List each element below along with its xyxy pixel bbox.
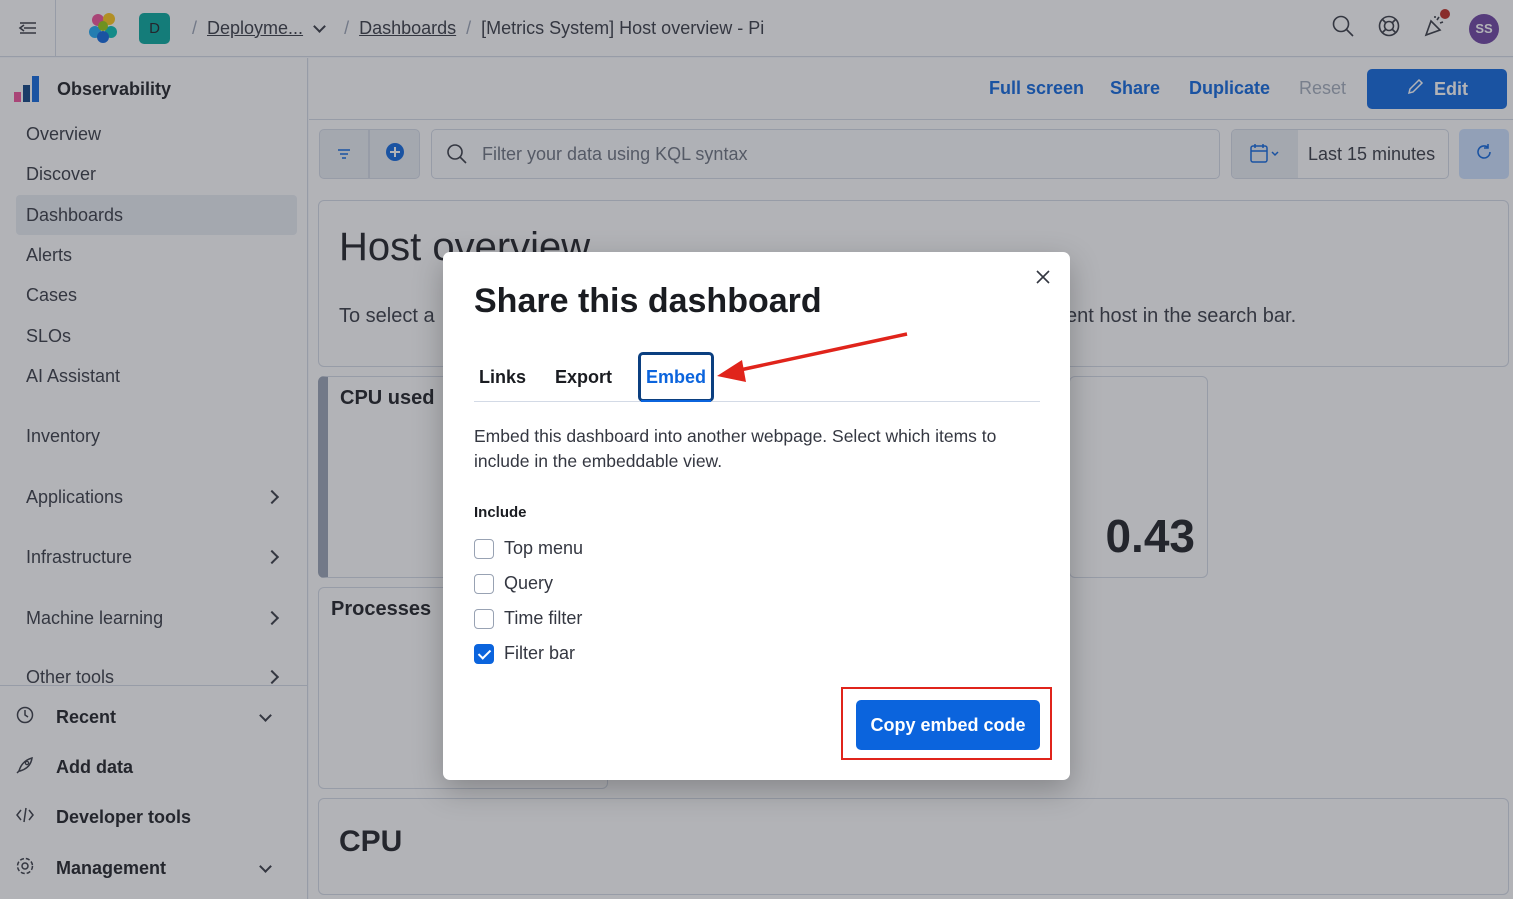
- tab-embed[interactable]: Embed: [638, 352, 715, 402]
- tab-links[interactable]: Links: [474, 352, 531, 402]
- option-time-filter[interactable]: Time filter: [474, 608, 582, 629]
- include-label: Include: [474, 504, 527, 521]
- time-filter-checkbox[interactable]: [474, 608, 494, 629]
- option-query[interactable]: Query: [474, 573, 553, 594]
- option-filter-bar[interactable]: Filter bar: [474, 643, 575, 664]
- close-icon[interactable]: [1028, 262, 1058, 292]
- copy-embed-code-button[interactable]: Copy embed code: [856, 700, 1040, 750]
- modal-title: Share this dashboard: [474, 282, 822, 320]
- embed-description: Embed this dashboard into another webpag…: [474, 426, 997, 471]
- filter-bar-checkbox[interactable]: [474, 643, 494, 664]
- query-checkbox[interactable]: [474, 573, 494, 594]
- tab-export[interactable]: Export: [550, 352, 617, 402]
- option-top-menu[interactable]: Top menu: [474, 538, 583, 559]
- share-modal: Share this dashboard Links Export Embed …: [443, 252, 1070, 780]
- top-menu-checkbox[interactable]: [474, 538, 494, 559]
- share-tabs: Links Export Embed: [474, 352, 1040, 402]
